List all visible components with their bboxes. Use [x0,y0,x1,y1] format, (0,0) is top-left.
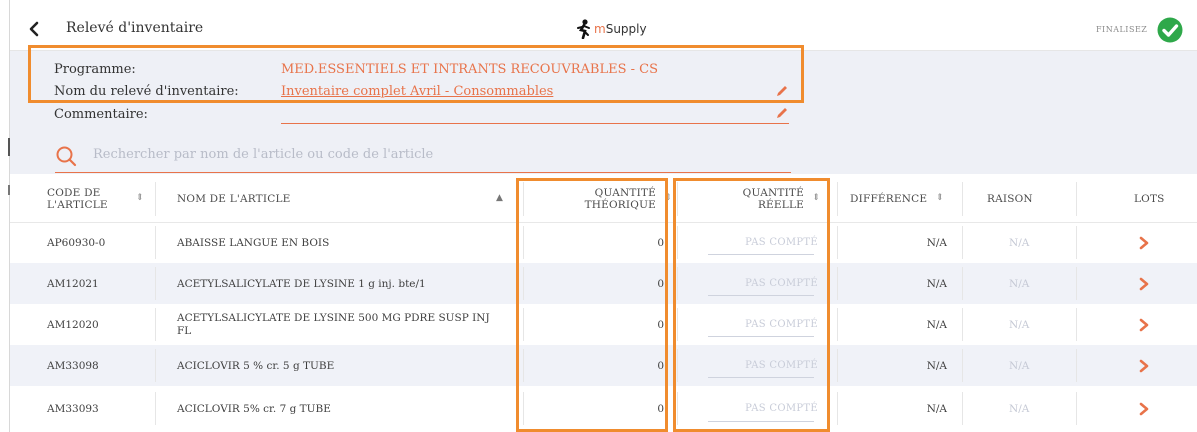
counted-input-underline [708,254,814,255]
theoretical-quantity: 0 [657,359,664,372]
counted-quantity-input[interactable]: PAS COMPTÉ [745,319,818,330]
reason-value[interactable]: N/A [1009,278,1029,290]
column-header-reason: RAISON [963,176,1077,222]
search-icon [56,146,77,167]
column-header-theoretical-line2: THÉORIQUE [584,199,656,211]
counted-input-underline [708,295,814,296]
chevron-right-icon[interactable] [1138,318,1150,332]
page-title: Relevé d'inventaire [66,20,204,36]
sort-icon: ⇕ [664,193,672,203]
column-header-code[interactable]: CODE DE L'ARTICLE ⇕ [10,176,156,222]
item-name: ACICLOVIR 5% cr. 7 g TUBE [177,402,331,415]
chevron-right-icon[interactable] [1138,402,1150,416]
search-underline [55,172,791,173]
column-header-difference[interactable]: DIFFÉRENCE ⇕ [838,176,963,222]
comment-underline [281,123,789,124]
table-row[interactable]: AP60930-0 ABAISSE LANGUE EN BOIS 0 PAS C… [10,222,1197,263]
column-header-counted[interactable]: QUANTITÉ RÉELLE ⇕ [678,176,838,222]
counted-quantity-input[interactable]: PAS COMPTÉ [745,360,818,371]
search-input[interactable]: Rechercher par nom de l'article ou code … [93,147,433,162]
finalise-label: FINALISEZ [1096,25,1148,34]
sort-icon: ⇕ [936,193,944,203]
column-header-lots: LOTS [1077,176,1197,222]
theoretical-quantity: 0 [657,402,664,415]
reason-value[interactable]: N/A [1009,403,1029,415]
item-code: AM33098 [47,359,99,372]
running-man-icon [577,19,590,39]
msupply-logo: mSupply [576,18,647,40]
counted-quantity-input[interactable]: PAS COMPTÉ [745,237,818,248]
item-name: ABAISSE LANGUE EN BOIS [177,236,330,249]
item-code: AM12021 [47,277,99,290]
counted-quantity-input[interactable]: PAS COMPTÉ [745,403,818,414]
item-name: ACETYLSALICYLATE DE LYSINE 500 MG PDRE S… [177,311,490,337]
theoretical-quantity: 0 [657,318,664,331]
logo-text-rest: Supply [605,22,647,36]
column-header-theoretical-line1: QUANTITÉ [594,187,656,199]
reason-value[interactable]: N/A [1009,360,1029,372]
sort-icon: ⇕ [812,193,820,203]
item-code: AP60930-0 [47,236,106,249]
counted-quantity-input[interactable]: PAS COMPTÉ [745,278,818,289]
reason-value[interactable]: N/A [1009,319,1029,331]
sort-icon: ⇕ [136,193,144,203]
chevron-right-icon[interactable] [1138,236,1150,250]
table-row[interactable]: AM12021 ACETYLSALICYLATE DE LYSINE 1 g i… [10,263,1197,304]
table-row[interactable]: AM12020 ACETYLSALICYLATE DE LYSINE 500 M… [10,304,1197,345]
chevron-right-icon[interactable] [1138,277,1150,291]
item-code: AM12020 [47,318,99,331]
column-header-name-label: NOM DE L'ARTICLE [177,193,291,205]
back-arrow-icon[interactable] [26,20,44,38]
counted-input-underline [708,377,814,378]
column-header-counted-line2: RÉELLE [757,199,804,211]
table-row[interactable]: AM33098 ACICLOVIR 5 % cr. 5 g TUBE 0 PAS… [10,345,1197,386]
counted-input-underline [708,421,814,422]
difference-value: N/A [926,402,947,415]
column-header-code-line1: CODE DE [47,187,101,199]
chevron-right-icon[interactable] [1138,359,1150,373]
difference-value: N/A [926,359,947,372]
column-header-counted-line1: QUANTITÉ [742,187,804,199]
table-row[interactable]: AM33093 ACICLOVIR 5% cr. 7 g TUBE 0 PAS … [10,388,1197,429]
edit-comment-pencil-icon[interactable] [775,106,789,120]
comment-label: Commentaire: [54,107,148,122]
app-frame: Relevé d'inventaire mSupply FINALISEZ Pr… [0,0,1197,432]
difference-value: N/A [926,318,947,331]
sort-ascending-icon: ▲ [496,193,504,203]
finalise-check-icon[interactable] [1157,17,1183,43]
logo-text-m: m [594,22,606,36]
column-header-reason-label: RAISON [987,193,1033,205]
difference-value: N/A [926,277,947,290]
column-header-name[interactable]: NOM DE L'ARTICLE ▲ [156,176,524,222]
column-header-code-line2: L'ARTICLE [47,199,108,211]
counted-input-underline [708,336,814,337]
column-header-difference-label: DIFFÉRENCE [850,193,928,205]
table-header: CODE DE L'ARTICLE ⇕ NOM DE L'ARTICLE ▲ Q… [10,176,1197,223]
item-name: ACETYLSALICYLATE DE LYSINE 1 g inj. bte/… [177,277,426,290]
difference-value: N/A [926,236,947,249]
column-header-theoretical[interactable]: QUANTITÉ THÉORIQUE ⇕ [524,176,678,222]
item-code: AM33093 [47,402,99,415]
item-name: ACICLOVIR 5 % cr. 5 g TUBE [177,359,335,372]
logo-text: mSupply [594,22,647,36]
reason-value[interactable]: N/A [1009,237,1029,249]
column-header-lots-label: LOTS [1134,193,1165,205]
theoretical-quantity: 0 [657,277,664,290]
header-highlight-box [28,45,804,103]
theoretical-quantity: 0 [657,236,664,249]
